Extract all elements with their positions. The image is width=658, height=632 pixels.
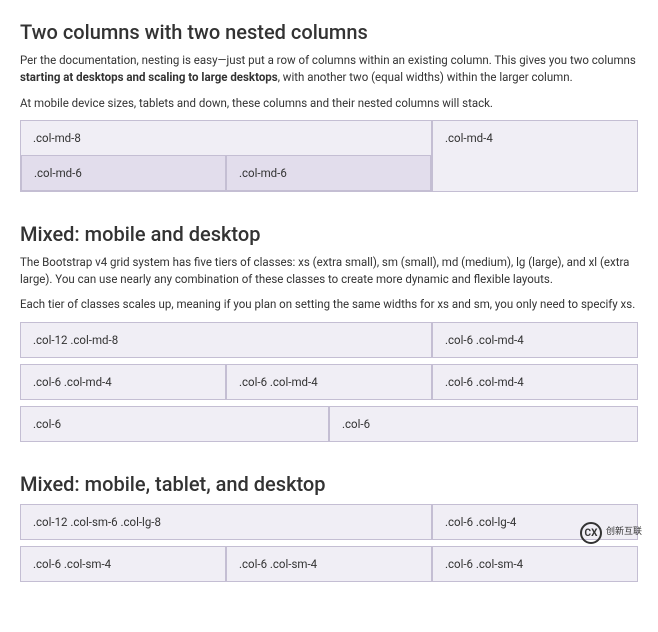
nested-grid-row: .col-md-6 .col-md-6	[21, 155, 431, 191]
grid-column: .col-6 .col-md-4	[226, 364, 432, 400]
mixed-mobile-tablet-desktop-section: Mixed: mobile, tablet, and desktop .col-…	[20, 472, 638, 582]
section-heading: Two columns with two nested columns	[20, 20, 638, 44]
grid-row: .col-12 .col-md-8 .col-6 .col-md-4	[20, 322, 638, 358]
watermark-logo: CX 创新互联	[580, 521, 650, 545]
grid-column: .col-6 .col-md-4	[20, 364, 226, 400]
column-label: .col-6	[342, 417, 370, 431]
column-label: .col-6 .col-md-4	[445, 375, 524, 389]
grid-row: .col-6 .col-sm-4 .col-6 .col-sm-4 .col-6…	[20, 546, 638, 582]
logo-icon: CX	[580, 522, 602, 544]
section-description: Per the documentation, nesting is easy—j…	[20, 52, 638, 87]
grid-column: .col-6 .col-md-4	[432, 364, 638, 400]
grid-column: .col-6	[329, 406, 638, 442]
column-label: .col-md-6	[239, 166, 287, 180]
column-label: .col-md-8	[33, 131, 81, 145]
grid-column: .col-6	[20, 406, 329, 442]
column-label: .col-6 .col-sm-4	[239, 557, 317, 571]
grid-row: .col-6 .col-6	[20, 406, 638, 442]
section-description-2: Each tier of classes scales up, meaning …	[20, 296, 638, 313]
section-heading: Mixed: mobile, tablet, and desktop	[20, 472, 638, 496]
column-label: .col-md-4	[445, 131, 493, 145]
grid-column: .col-6 .col-sm-4	[432, 546, 638, 582]
nested-grid-column: .col-md-6	[21, 155, 226, 191]
grid-column: .col-12 .col-md-8	[20, 322, 432, 358]
grid-row: .col-12 .col-sm-6 .col-lg-8 .col-6 .col-…	[20, 504, 638, 540]
column-label: .col-6 .col-lg-4	[445, 515, 516, 529]
section-description: The Bootstrap v4 grid system has five ti…	[20, 254, 638, 289]
nested-grid-column: .col-md-6	[226, 155, 431, 191]
column-label: .col-6 .col-sm-4	[33, 557, 111, 571]
grid-row: .col-md-8 .col-md-6 .col-md-6 .col-md-4	[20, 120, 638, 192]
grid-column: .col-6 .col-sm-4	[20, 546, 226, 582]
column-label: .col-12 .col-sm-6 .col-lg-8	[33, 515, 161, 529]
grid-column: .col-12 .col-sm-6 .col-lg-8	[20, 504, 432, 540]
grid-row: .col-6 .col-md-4 .col-6 .col-md-4 .col-6…	[20, 364, 638, 400]
grid-column: .col-md-8 .col-md-6 .col-md-6	[20, 120, 432, 192]
section-heading: Mixed: mobile and desktop	[20, 222, 638, 246]
grid-column: .col-6 .col-md-4	[432, 322, 638, 358]
column-label: .col-6 .col-md-4	[239, 375, 318, 389]
column-label: .col-6	[33, 417, 61, 431]
column-label: .col-md-6	[34, 166, 82, 180]
column-label: .col-12 .col-md-8	[33, 333, 118, 347]
section-description-2: At mobile device sizes, tablets and down…	[20, 95, 638, 112]
column-label: .col-6 .col-md-4	[33, 375, 112, 389]
mixed-mobile-desktop-section: Mixed: mobile and desktop The Bootstrap …	[20, 222, 638, 442]
logo-text: 创新互联	[606, 528, 642, 538]
grid-column: .col-md-4	[432, 120, 638, 192]
column-label: .col-6 .col-md-4	[445, 333, 524, 347]
nested-columns-section: Two columns with two nested columns Per …	[20, 20, 638, 192]
column-label: .col-6 .col-sm-4	[445, 557, 523, 571]
grid-column: .col-6 .col-sm-4	[226, 546, 432, 582]
